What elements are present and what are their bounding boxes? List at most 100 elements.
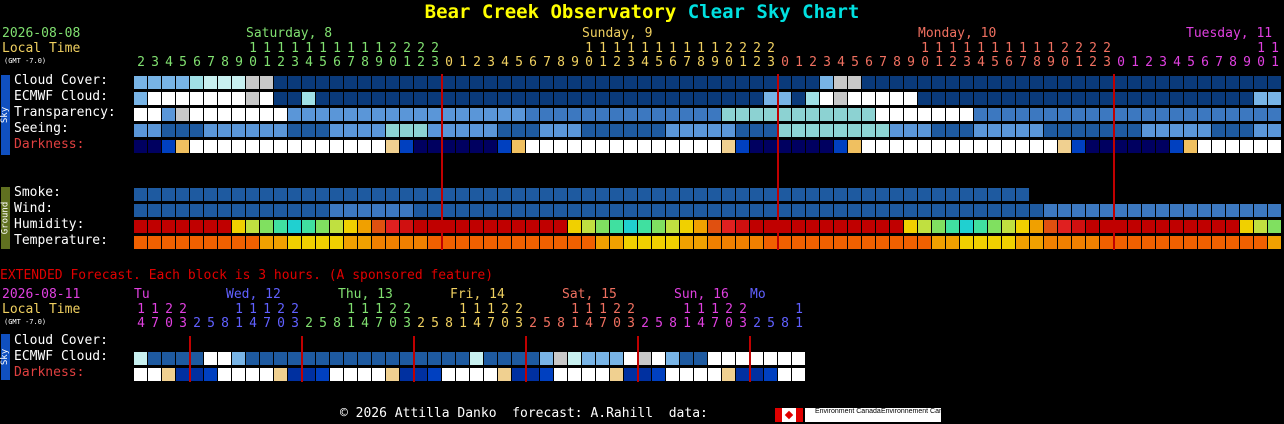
- forecast-cell-ecmwf: [204, 92, 217, 105]
- forecast-cell-temp: [904, 236, 917, 249]
- extended-hour-units: 1: [235, 316, 243, 331]
- forecast-cell-ecmwf: [302, 92, 315, 105]
- forecast-cell-wind: [1198, 204, 1211, 217]
- extended-cell-ext_ecmwf: [596, 352, 609, 365]
- forecast-cell-temp: [918, 236, 931, 249]
- forecast-cell-smoke: [848, 188, 861, 201]
- extended-cell-ext_ecmwf: [582, 352, 595, 365]
- forecast-cell-wind: [778, 204, 791, 217]
- extended-cell-ext_dark: [792, 368, 805, 381]
- forecast-cell-ecmwf: [162, 92, 175, 105]
- forecast-cell-temp: [176, 236, 189, 249]
- forecast-cell-ecmwf: [568, 92, 581, 105]
- forecast-cell-cloud: [624, 76, 637, 89]
- forecast-cell-seeing: [1044, 124, 1057, 137]
- forecast-cell-cloud: [890, 76, 903, 89]
- extended-cell-ext_ecmwf: [526, 352, 539, 365]
- forecast-cell-seeing: [1156, 124, 1169, 137]
- forecast-cell-seeing: [666, 124, 679, 137]
- extended-cell-ext_ecmwf: [540, 352, 553, 365]
- forecast-cell-temp: [610, 236, 623, 249]
- hour-tens: 1: [697, 41, 705, 56]
- forecast-cell-humid: [456, 220, 469, 233]
- forecast-cell-temp: [512, 236, 525, 249]
- forecast-cell-humid: [526, 220, 539, 233]
- forecast-cell-humid: [1114, 220, 1127, 233]
- extended-cell-ext_ecmwf: [694, 352, 707, 365]
- forecast-cell-cloud: [442, 76, 455, 89]
- forecast-cell-cloud: [246, 76, 259, 89]
- forecast-cell-temp: [386, 236, 399, 249]
- forecast-cell-seeing: [610, 124, 623, 137]
- day-header: Tuesday, 11: [1186, 26, 1273, 41]
- extended-cell-ext_dark: [344, 368, 357, 381]
- forecast-cell-dark: [1142, 140, 1155, 153]
- forecast-cell-ecmwf: [358, 92, 371, 105]
- hour-units: 7: [543, 55, 551, 70]
- extended-hour-units: 8: [669, 316, 677, 331]
- extended-cell-ext_dark: [652, 368, 665, 381]
- extended-cell-ext_dark: [316, 368, 329, 381]
- hour-units: 3: [823, 55, 831, 70]
- forecast-cell-ecmwf: [1072, 92, 1085, 105]
- forecast-cell-smoke: [610, 188, 623, 201]
- extended-hour-tens: 1: [599, 302, 607, 317]
- forecast-cell-seeing: [904, 124, 917, 137]
- extended-cell-ext_ecmwf: [666, 352, 679, 365]
- forecast-cell-wind: [386, 204, 399, 217]
- forecast-cell-ecmwf: [456, 92, 469, 105]
- forecast-cell-temp: [1058, 236, 1071, 249]
- extended-cell-ext_dark: [134, 368, 147, 381]
- forecast-cell-dark: [1268, 140, 1281, 153]
- hour-units: 5: [319, 55, 327, 70]
- forecast-cell-humid: [162, 220, 175, 233]
- forecast-cell-dark: [134, 140, 147, 153]
- forecast-cell-transp: [988, 108, 1001, 121]
- forecast-cell-dark: [750, 140, 763, 153]
- forecast-cell-cloud: [512, 76, 525, 89]
- extended-cell-ext_ecmwf: [148, 352, 161, 365]
- forecast-cell-ecmwf: [1156, 92, 1169, 105]
- hour-tens: 1: [991, 41, 999, 56]
- forecast-cell-transp: [904, 108, 917, 121]
- forecast-cell-smoke: [960, 188, 973, 201]
- forecast-cell-ecmwf: [988, 92, 1001, 105]
- forecast-cell-wind: [1114, 204, 1127, 217]
- forecast-cell-ecmwf: [834, 92, 847, 105]
- forecast-cell-smoke: [176, 188, 189, 201]
- forecast-cell-dark: [190, 140, 203, 153]
- forecast-cell-seeing: [722, 124, 735, 137]
- forecast-cell-temp: [806, 236, 819, 249]
- extended-hour-units: 8: [333, 316, 341, 331]
- extended-hour-units: 8: [781, 316, 789, 331]
- forecast-cell-cloud: [1226, 76, 1239, 89]
- extended-cell-ext_dark: [554, 368, 567, 381]
- extended-cell-ext_dark: [358, 368, 371, 381]
- hour-units: 7: [683, 55, 691, 70]
- forecast-cell-ecmwf: [750, 92, 763, 105]
- forecast-cell-seeing: [876, 124, 889, 137]
- ground-section-tab: Ground: [1, 187, 11, 249]
- agency-french: Environnement Canada: [881, 408, 955, 415]
- forecast-cell-ecmwf: [274, 92, 287, 105]
- forecast-cell-transp: [834, 108, 847, 121]
- forecast-cell-dark: [260, 140, 273, 153]
- forecast-cell-seeing: [1240, 124, 1253, 137]
- forecast-cell-transp: [918, 108, 931, 121]
- forecast-cell-transp: [1030, 108, 1043, 121]
- extended-cell-ext_ecmwf: [722, 352, 735, 365]
- forecast-cell-smoke: [484, 188, 497, 201]
- forecast-cell-transp: [260, 108, 273, 121]
- forecast-cell-temp: [582, 236, 595, 249]
- forecast-cell-wind: [680, 204, 693, 217]
- extended-hour-tens: 2: [501, 302, 509, 317]
- hour-units: 7: [1019, 55, 1027, 70]
- forecast-cell-transp: [876, 108, 889, 121]
- forecast-cell-wind: [820, 204, 833, 217]
- forecast-cell-ecmwf: [134, 92, 147, 105]
- forecast-cell-dark: [610, 140, 623, 153]
- extended-cell-ext_ecmwf: [456, 352, 469, 365]
- forecast-cell-seeing: [274, 124, 287, 137]
- extended-cell-ext_ecmwf: [750, 352, 763, 365]
- extended-cell-ext_ecmwf: [176, 352, 189, 365]
